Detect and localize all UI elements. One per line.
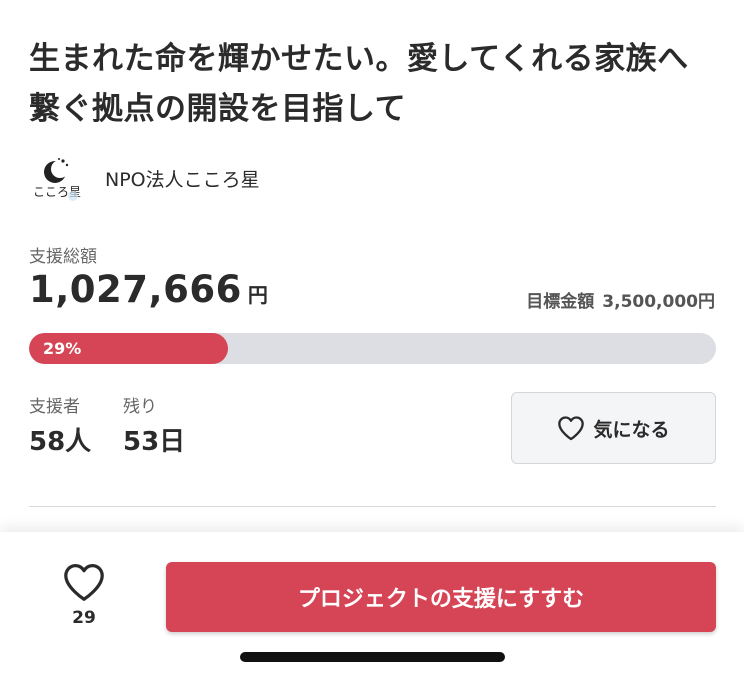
organization-logo: こころ星: [29, 152, 81, 204]
remaining-days-value: 53日: [123, 427, 186, 457]
section-divider: [29, 506, 716, 507]
goal-amount-label: 目標金額: [526, 292, 595, 312]
like-count: 29: [72, 608, 96, 628]
project-title: 生まれた命を輝かせたい。愛してくれる家族へ繋ぐ拠点の開設を目指して: [29, 41, 689, 127]
organization-row[interactable]: こころ星 NPO法人こころ星: [29, 150, 260, 206]
total-amount-label: 支援総額: [29, 247, 97, 267]
bottom-action-bar: 29 プロジェクトの支援にすすむ: [0, 532, 744, 675]
remaining-days-stat: 残り 53日: [123, 392, 185, 458]
like-button[interactable]: 29: [60, 562, 108, 628]
support-project-button[interactable]: プロジェクトの支援にすすむ: [166, 562, 716, 632]
supporters-value: 58人: [29, 427, 92, 457]
total-amount-unit: 円: [247, 283, 268, 307]
funding-progress-bar: 29%: [29, 333, 716, 364]
favorite-button[interactable]: 気になる: [511, 392, 716, 464]
supporters-label: 支援者: [29, 397, 80, 417]
remaining-days-label: 残り: [123, 397, 157, 417]
goal-amount: 目標金額 3,500,000円: [526, 287, 715, 312]
moon-logo-icon: こころ星: [33, 158, 81, 201]
favorite-button-label: 気になる: [593, 418, 670, 441]
total-amount-value: 1,027,666: [29, 268, 242, 311]
supporters-stat: 支援者 58人: [29, 392, 91, 458]
total-amount: 1,027,666 円: [29, 268, 268, 311]
home-indicator: [240, 652, 505, 662]
heart-icon: [557, 415, 585, 441]
goal-amount-value: 3,500,000円: [602, 292, 715, 312]
funding-progress-percent: 29%: [43, 339, 82, 358]
heart-icon: [64, 564, 104, 601]
funding-progress-fill: 29%: [29, 333, 229, 364]
organization-name[interactable]: NPO法人こころ星: [105, 165, 260, 192]
